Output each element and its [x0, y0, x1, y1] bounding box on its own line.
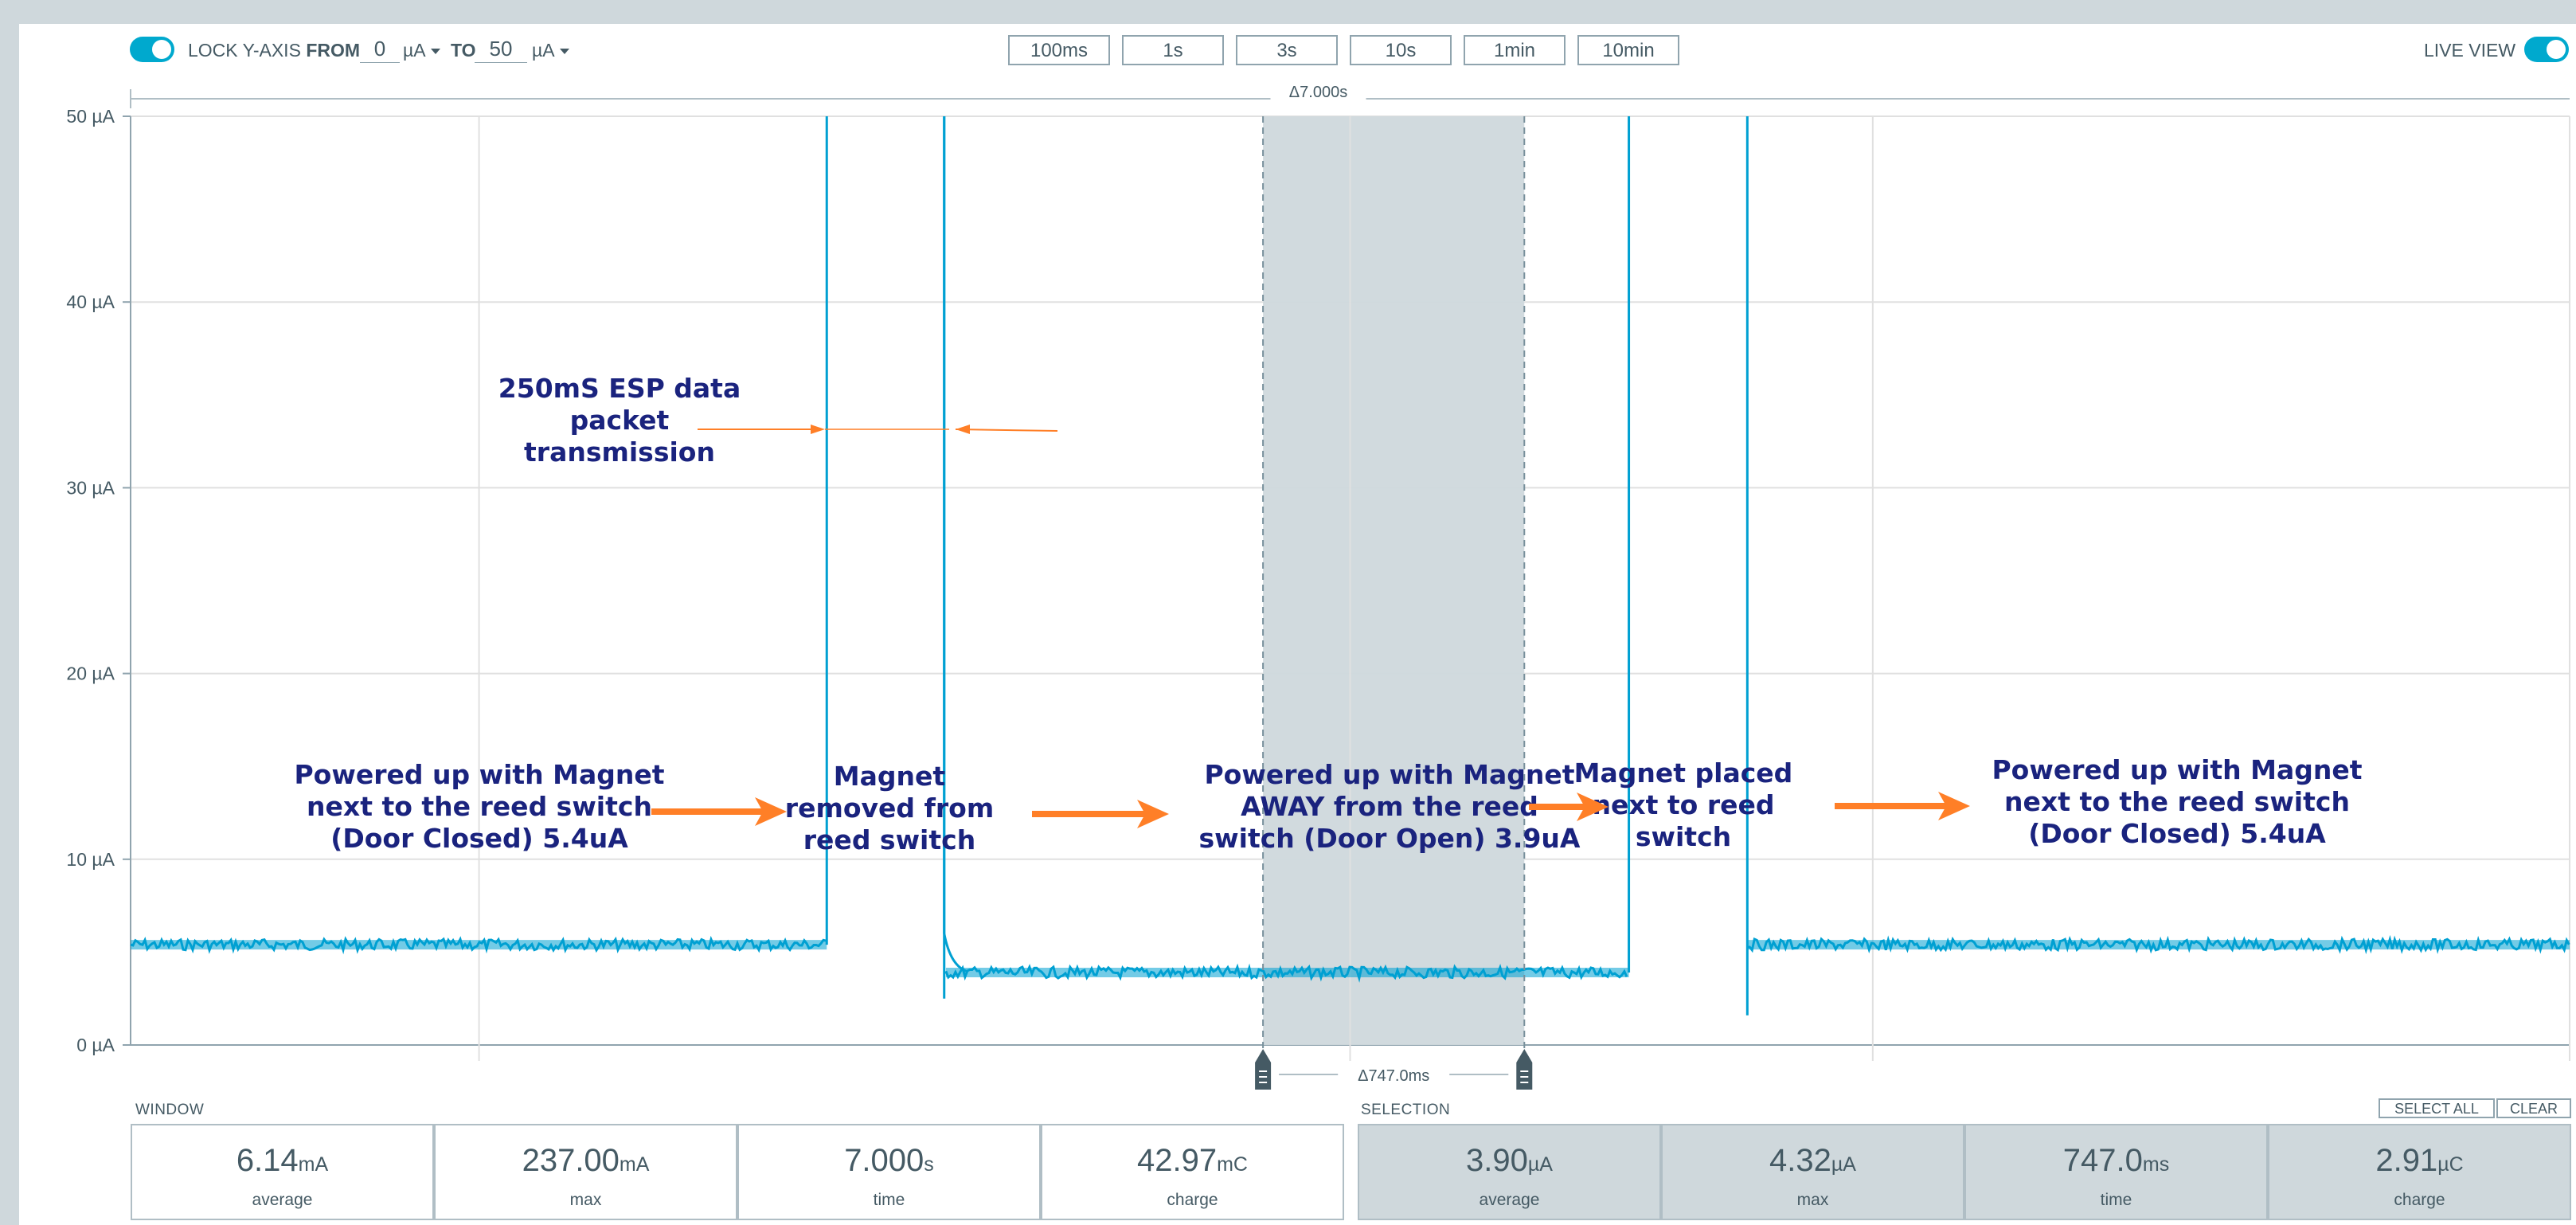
select-all-button[interactable]: SELECT ALL [2379, 1098, 2495, 1118]
selection-max-stat: 4.32µA max [1661, 1124, 1964, 1220]
y-tick-label: 40 µA [66, 292, 115, 312]
window-average-stat: 6.14mA average [131, 1124, 434, 1220]
y-tick-label: 30 µA [66, 477, 115, 498]
annotation-text: Magnet [834, 761, 946, 792]
y-tick-label: 0 µA [76, 1035, 115, 1055]
bracket-arrow-shaft [955, 429, 1058, 432]
stat-label: max [569, 1191, 602, 1209]
annotation-text: Powered up with Magnet [1204, 759, 1574, 790]
annotation-text: Magnet placed [1574, 757, 1793, 789]
stat-value: 2.91µC [2375, 1143, 2464, 1178]
stat-value: 747.0ms [2062, 1143, 2170, 1178]
selection-delta-label: Δ747.0ms [1358, 1067, 1429, 1085]
selection-average-stat: 3.90µA average [1358, 1124, 1661, 1220]
annotation-text: (Door Closed) 5.4uA [2028, 818, 2326, 849]
stat-label: average [1479, 1191, 1540, 1209]
bracket-arrow-head [811, 425, 825, 434]
stat-label: average [252, 1191, 313, 1209]
window-max-stat: 237.00mA max [434, 1124, 737, 1220]
bracket-arrow-head [956, 425, 970, 434]
annotation-text: Powered up with Magnet [294, 759, 664, 790]
stat-value: 42.97mC [1137, 1143, 1248, 1178]
window-time-stat: 7.000s time [737, 1124, 1041, 1220]
annotation-text: AWAY from the reed [1241, 791, 1538, 822]
annotation-text: next to the reed switch [307, 791, 652, 822]
selection-handle [1516, 1049, 1533, 1090]
selection-region[interactable] [1263, 116, 1525, 1045]
annotation-text: (Door Closed) 5.4uA [330, 823, 628, 854]
annotation-text: Powered up with Magnet [1992, 754, 2362, 785]
stat-value: 4.32µA [1769, 1143, 1856, 1178]
selection-charge-stat: 2.91µC charge [2268, 1124, 2571, 1220]
window-section-title: WINDOW [135, 1102, 205, 1118]
annotation-text: reed switch [803, 824, 975, 855]
stat-label: time [2100, 1191, 2132, 1209]
annotation-text: packet [570, 405, 670, 436]
window-charge-stat: 42.97mC charge [1041, 1124, 1344, 1220]
stat-label: max [1796, 1191, 1829, 1209]
stat-value: 3.90µA [1466, 1143, 1553, 1178]
y-tick-label: 10 µA [66, 849, 115, 870]
selection-time-stat: 747.0ms time [1964, 1124, 2268, 1220]
annotation-text: switch [1636, 821, 1731, 852]
stat-label: charge [2394, 1191, 2445, 1209]
selection-section-title: SELECTION [1361, 1102, 1451, 1118]
annotation-text: next to reed [1592, 789, 1774, 820]
y-tick-label: 50 µA [66, 106, 115, 127]
stat-value: 237.00mA [522, 1143, 650, 1178]
stat-label: time [873, 1191, 905, 1209]
annotation-text: transmission [524, 436, 715, 468]
y-axis-ticks: 0 µA 10 µA 20 µA 30 µA 40 µA 50 µA [66, 106, 131, 1055]
current-chart[interactable]: Δ7.000s 0 µA 10 µA 20 µA 30 µA 40 µA 50 µA Δ7… [0, 0, 2576, 1091]
stat-label: charge [1167, 1191, 1218, 1209]
annotation-text: 250mS ESP data [498, 373, 741, 404]
y-tick-label: 20 µA [66, 663, 115, 684]
window-delta-label: Δ7.000s [1289, 84, 1347, 101]
annotation-text: removed from [785, 793, 994, 824]
stat-value: 7.000s [844, 1143, 934, 1178]
annotation-text: switch (Door Open) 3.9uA [1199, 823, 1581, 854]
stat-value: 6.14mA [236, 1143, 329, 1178]
selection-handle [1255, 1049, 1272, 1090]
annotation-text: next to the reed switch [2004, 786, 2350, 817]
clear-button[interactable]: CLEAR [2496, 1098, 2571, 1118]
